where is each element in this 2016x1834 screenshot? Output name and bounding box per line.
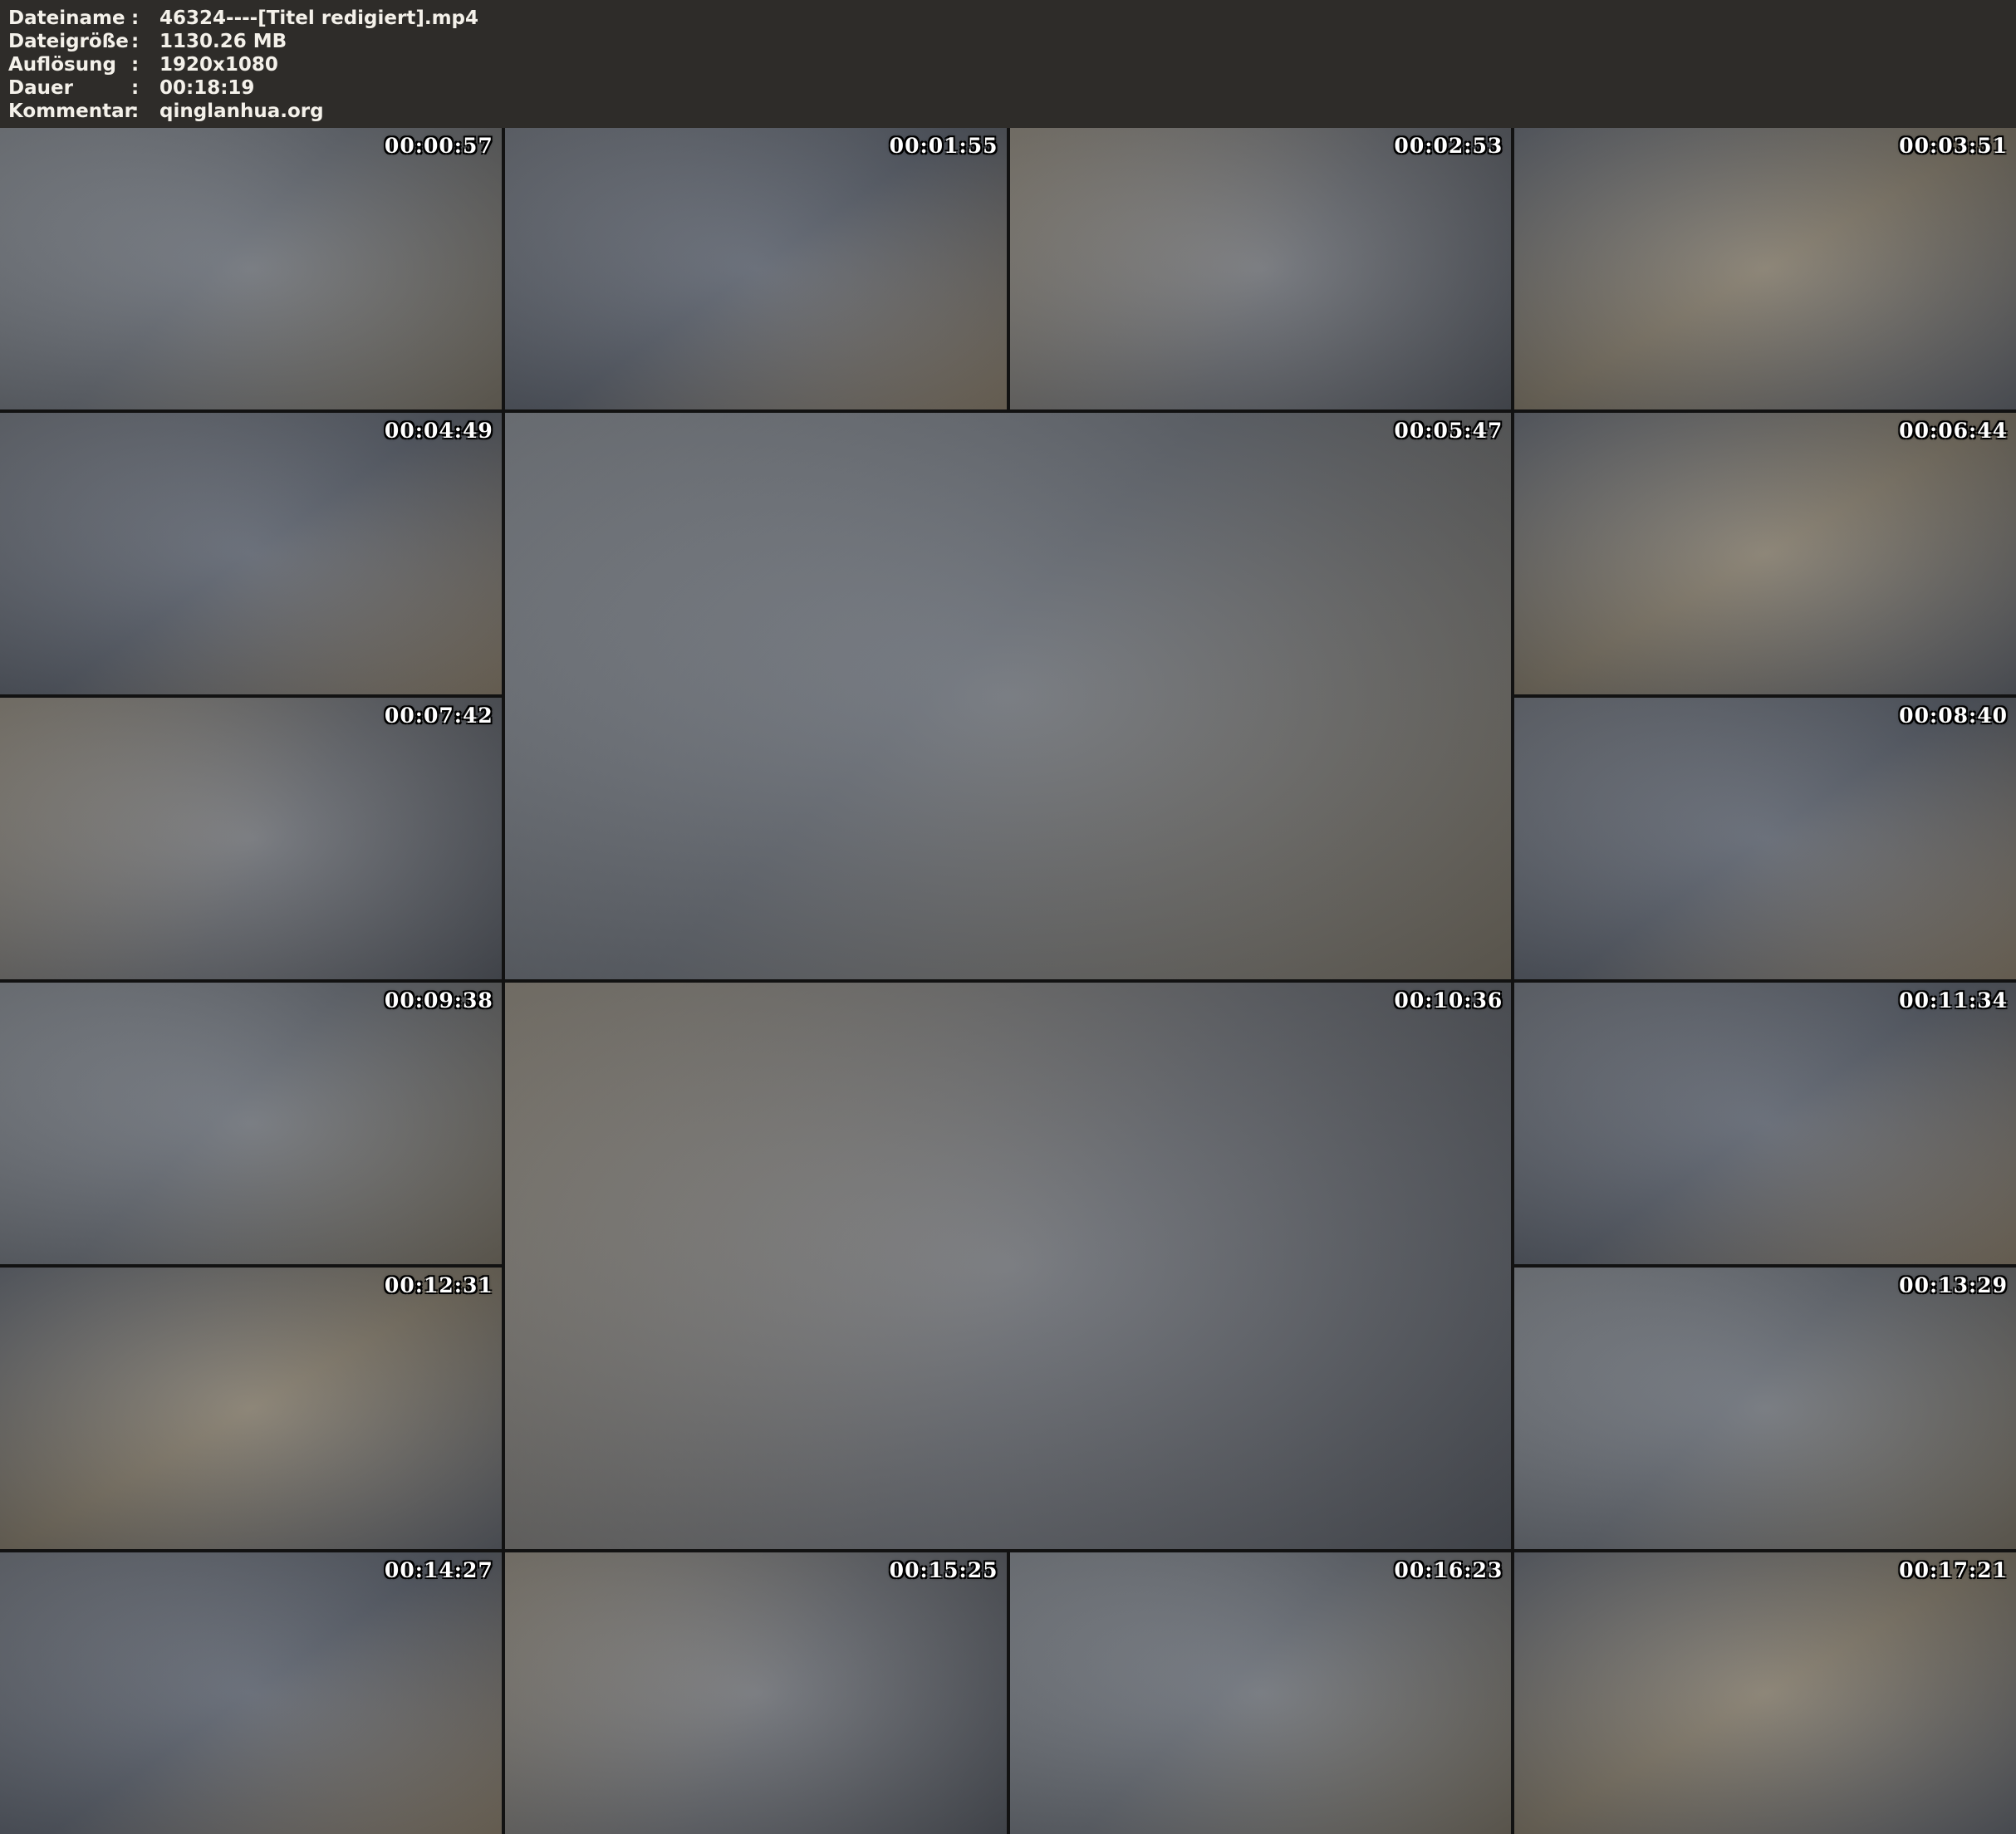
video-thumbnail: 00:03:51 bbox=[1514, 128, 2016, 409]
video-thumbnail-large: 00:10:36 bbox=[505, 983, 1512, 1549]
thumbnail-grid: 00:00:57 00:01:55 00:02:53 00:03:51 00:0… bbox=[0, 128, 2016, 1834]
video-thumbnail: 00:00:57 bbox=[0, 128, 502, 409]
timestamp-overlay: 00:01:55 bbox=[890, 134, 998, 158]
timestamp-overlay: 00:12:31 bbox=[385, 1273, 493, 1297]
timestamp-overlay: 00:08:40 bbox=[1899, 704, 2008, 728]
metadata-row-filesize: Dateigröße : 1130.26 MB bbox=[8, 30, 2006, 53]
video-preview-sheet: Dateiname : 46324----[Titel redigiert].m… bbox=[0, 0, 2016, 1832]
video-thumbnail: 00:06:44 bbox=[1514, 413, 2016, 694]
metadata-separator: : bbox=[131, 100, 159, 123]
metadata-value-resolution: 1920x1080 bbox=[159, 53, 2006, 76]
metadata-row-duration: Dauer : 00:18:19 bbox=[8, 76, 2006, 100]
metadata-value-filesize: 1130.26 MB bbox=[159, 30, 2006, 53]
metadata-label: Auflösung bbox=[8, 53, 131, 76]
timestamp-overlay: 00:05:47 bbox=[1394, 419, 1503, 443]
thumbnail-placeholder-image bbox=[1514, 413, 2016, 694]
timestamp-overlay: 00:03:51 bbox=[1899, 134, 2008, 158]
metadata-separator: : bbox=[131, 53, 159, 76]
thumbnail-placeholder-image bbox=[1514, 1268, 2016, 1549]
thumbnail-placeholder-image bbox=[1514, 698, 2016, 979]
timestamp-overlay: 00:13:29 bbox=[1899, 1273, 2008, 1297]
video-thumbnail: 00:17:21 bbox=[1514, 1552, 2016, 1834]
metadata-value-comment: qinglanhua.org bbox=[159, 100, 2006, 123]
timestamp-overlay: 00:14:27 bbox=[385, 1558, 493, 1582]
thumbnail-placeholder-image bbox=[505, 1552, 1007, 1834]
timestamp-overlay: 00:16:23 bbox=[1394, 1558, 1503, 1582]
metadata-label: Kommentar bbox=[8, 100, 131, 123]
timestamp-overlay: 00:09:38 bbox=[385, 988, 493, 1013]
video-thumbnail: 00:01:55 bbox=[505, 128, 1007, 409]
metadata-row-resolution: Auflösung : 1920x1080 bbox=[8, 53, 2006, 76]
thumbnail-placeholder-image bbox=[0, 413, 502, 694]
metadata-label: Dateiname bbox=[8, 7, 131, 30]
video-thumbnail: 00:07:42 bbox=[0, 698, 502, 979]
timestamp-overlay: 00:06:44 bbox=[1899, 419, 2008, 443]
video-thumbnail: 00:13:29 bbox=[1514, 1268, 2016, 1549]
timestamp-overlay: 00:10:36 bbox=[1394, 988, 1503, 1013]
timestamp-overlay: 00:02:53 bbox=[1394, 134, 1503, 158]
metadata-value-filename: 46324----[Titel redigiert].mp4 bbox=[159, 7, 2006, 30]
metadata-row-filename: Dateiname : 46324----[Titel redigiert].m… bbox=[8, 7, 2006, 30]
timestamp-overlay: 00:04:49 bbox=[385, 419, 493, 443]
thumbnail-placeholder-image bbox=[0, 1268, 502, 1549]
thumbnail-placeholder-image bbox=[505, 983, 1512, 1549]
timestamp-overlay: 00:00:57 bbox=[385, 134, 493, 158]
thumbnail-placeholder-image bbox=[0, 1552, 502, 1834]
metadata-label: Dauer bbox=[8, 76, 131, 100]
video-thumbnail: 00:02:53 bbox=[1010, 128, 1512, 409]
video-thumbnail-large: 00:05:47 bbox=[505, 413, 1512, 979]
thumbnail-placeholder-image bbox=[1010, 128, 1512, 409]
video-thumbnail: 00:09:38 bbox=[0, 983, 502, 1264]
metadata-label: Dateigröße bbox=[8, 30, 131, 53]
metadata-value-duration: 00:18:19 bbox=[159, 76, 2006, 100]
timestamp-overlay: 00:15:25 bbox=[890, 1558, 998, 1582]
timestamp-overlay: 00:07:42 bbox=[385, 704, 493, 728]
timestamp-overlay: 00:17:21 bbox=[1899, 1558, 2008, 1582]
metadata-header: Dateiname : 46324----[Titel redigiert].m… bbox=[0, 0, 2016, 128]
thumbnail-placeholder-image bbox=[1514, 128, 2016, 409]
video-thumbnail: 00:04:49 bbox=[0, 413, 502, 694]
thumbnail-placeholder-image bbox=[0, 983, 502, 1264]
video-thumbnail: 00:08:40 bbox=[1514, 698, 2016, 979]
video-thumbnail: 00:14:27 bbox=[0, 1552, 502, 1834]
timestamp-overlay: 00:11:34 bbox=[1899, 988, 2008, 1013]
metadata-separator: : bbox=[131, 30, 159, 53]
thumbnail-placeholder-image bbox=[1010, 1552, 1512, 1834]
metadata-row-comment: Kommentar : qinglanhua.org bbox=[8, 100, 2006, 123]
metadata-separator: : bbox=[131, 76, 159, 100]
thumbnail-placeholder-image bbox=[505, 413, 1512, 979]
video-thumbnail: 00:16:23 bbox=[1010, 1552, 1512, 1834]
thumbnail-placeholder-image bbox=[1514, 983, 2016, 1264]
video-thumbnail: 00:11:34 bbox=[1514, 983, 2016, 1264]
thumbnail-placeholder-image bbox=[505, 128, 1007, 409]
thumbnail-placeholder-image bbox=[1514, 1552, 2016, 1834]
video-thumbnail: 00:15:25 bbox=[505, 1552, 1007, 1834]
video-thumbnail: 00:12:31 bbox=[0, 1268, 502, 1549]
thumbnail-placeholder-image bbox=[0, 698, 502, 979]
metadata-separator: : bbox=[131, 7, 159, 30]
thumbnail-placeholder-image bbox=[0, 128, 502, 409]
